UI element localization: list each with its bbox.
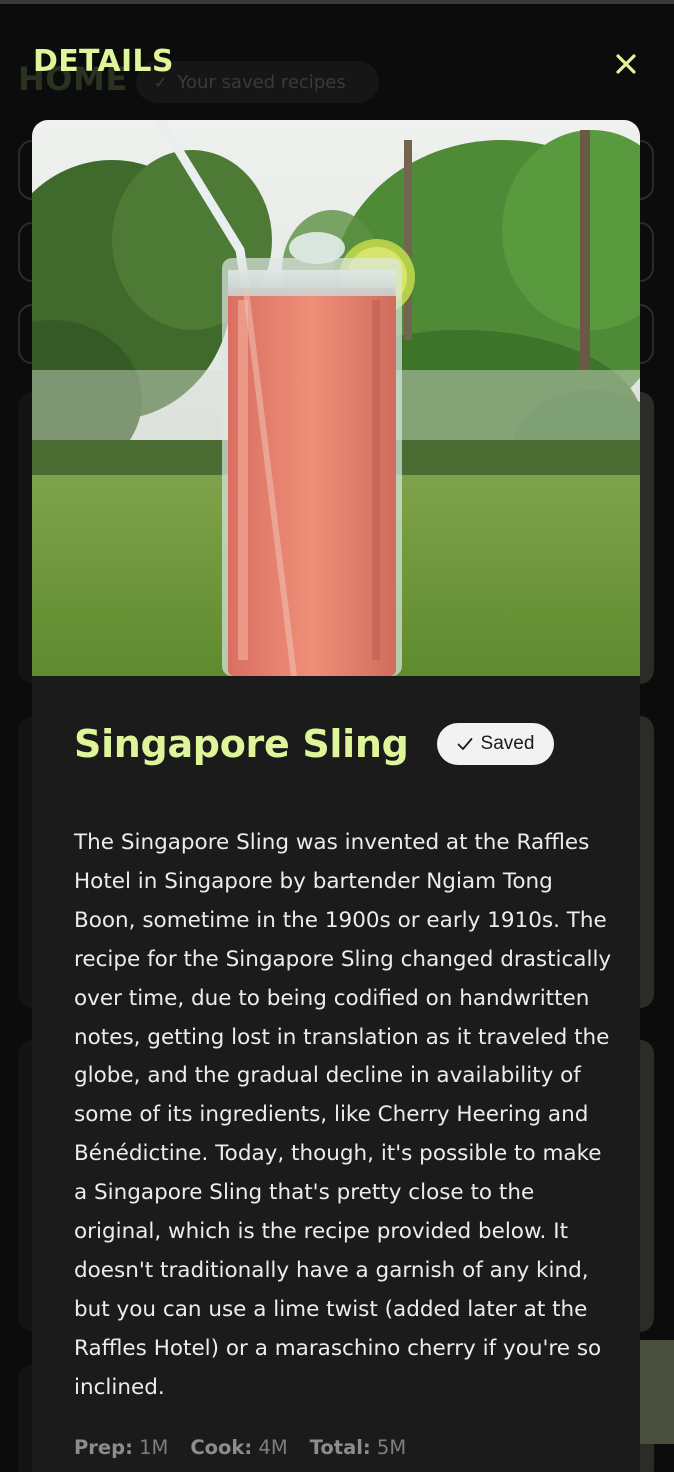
recipe-image [32, 120, 640, 676]
recipe-description: The Singapore Sling was invented at the … [74, 830, 612, 1400]
recipe-times: Prep: 1M Cook: 4M Total: 5M [74, 1436, 406, 1459]
saved-badge-label: Saved [480, 733, 535, 754]
recipe-details-modal: Singapore Sling Saved The Singapore Slin… [32, 120, 640, 1472]
recipe-title: Singapore Sling [74, 722, 409, 766]
recipe-title-row: Singapore Sling Saved [74, 722, 555, 766]
cook-time: Cook: 4M [190, 1436, 288, 1459]
details-screen: HOME ✓ Your saved recipes DETAILS Singap… [0, 0, 674, 1472]
close-button[interactable] [604, 42, 648, 86]
prep-time: Prep: 1M [74, 1436, 169, 1459]
close-icon [616, 54, 636, 74]
check-icon [457, 738, 472, 750]
cocktail-photo [32, 120, 640, 676]
saved-toggle-button[interactable]: Saved [436, 723, 555, 765]
background-element [640, 1340, 674, 1444]
saved-recipes-filter-label: Your saved recipes [177, 71, 346, 93]
total-time: Total: 5M [309, 1436, 407, 1459]
page-title: DETAILS [33, 44, 174, 79]
